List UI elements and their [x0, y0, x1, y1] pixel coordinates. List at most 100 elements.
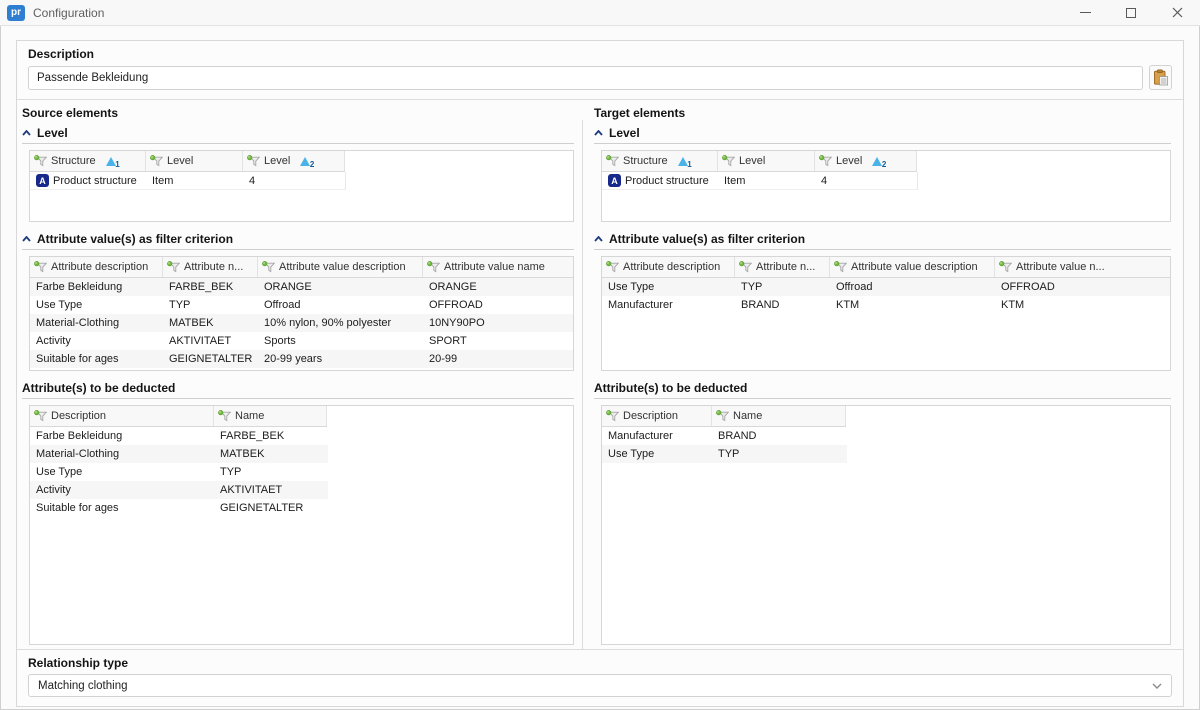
- target-level-section-header: Level: [594, 124, 1171, 144]
- column-header-attr-value-description[interactable]: Attribute value description: [258, 257, 423, 277]
- section-title: Attribute value(s) as filter criterion: [37, 232, 233, 246]
- sort-indicator: 1: [678, 156, 691, 167]
- collapse-chevron-icon[interactable]: [594, 130, 603, 136]
- paste-button[interactable]: [1149, 65, 1172, 90]
- collapse-chevron-icon[interactable]: [594, 236, 603, 242]
- sort-indicator: 1: [106, 156, 119, 167]
- maximize-button[interactable]: [1108, 0, 1154, 25]
- description-section: Description: [17, 41, 1183, 100]
- source-column: Level Structure 1 Level: [22, 120, 574, 649]
- column-header-level[interactable]: Level: [146, 151, 243, 171]
- table-row[interactable]: Suitable for ages GEIGNETALTER: [30, 499, 328, 517]
- table-row[interactable]: Manufacturer BRAND KTM KTM: [602, 296, 1170, 314]
- filter-funnel-icon[interactable]: [834, 261, 847, 273]
- section-title: Level: [609, 126, 640, 140]
- target-deducted-section-header: Attribute(s) to be deducted: [594, 379, 1171, 399]
- table-row[interactable]: A Product structure Item 4: [602, 172, 917, 190]
- table-row[interactable]: Material-Clothing MATBEK: [30, 445, 328, 463]
- source-elements-label: Source elements: [22, 106, 594, 120]
- target-level-table: Structure 1 Level Level 2: [601, 150, 1171, 222]
- column-header-structure[interactable]: Structure 1: [602, 151, 718, 171]
- column-header-attr-name[interactable]: Attribute n...: [163, 257, 258, 277]
- table-row[interactable]: Farbe Bekleidung FARBE_BEK: [30, 427, 328, 445]
- close-button[interactable]: [1154, 0, 1200, 25]
- section-title: Attribute(s) to be deducted: [594, 381, 747, 395]
- filter-funnel-icon[interactable]: [999, 261, 1012, 273]
- column-header-attr-value-description[interactable]: Attribute value description: [830, 257, 995, 277]
- column-header-attr-value-name[interactable]: Attribute value name: [423, 257, 573, 277]
- column-splitter[interactable]: [582, 120, 583, 649]
- filter-funnel-icon[interactable]: [34, 261, 47, 273]
- structure-cell: A Product structure: [30, 172, 146, 189]
- target-filter-table: Attribute description Attribute n... Att…: [601, 256, 1171, 371]
- close-icon: [1172, 7, 1183, 18]
- column-header-name[interactable]: Name: [712, 406, 846, 426]
- filter-funnel-icon[interactable]: [262, 261, 275, 273]
- relationship-type-select[interactable]: Matching clothing: [28, 674, 1172, 697]
- source-filter-table: Attribute description Attribute n... Att…: [29, 256, 574, 371]
- column-header-attr-description[interactable]: Attribute description: [30, 257, 163, 277]
- column-header-name[interactable]: Name: [214, 406, 327, 426]
- structure-cell: A Product structure: [602, 172, 718, 189]
- filter-funnel-icon[interactable]: [819, 155, 832, 167]
- filter-funnel-icon[interactable]: [247, 155, 260, 167]
- minimize-button[interactable]: [1062, 0, 1108, 25]
- filter-funnel-icon[interactable]: [606, 410, 619, 422]
- filter-funnel-icon[interactable]: [427, 261, 440, 273]
- table-row[interactable]: Activity AKTIVITAET: [30, 481, 328, 499]
- section-title: Attribute(s) to be deducted: [22, 381, 175, 395]
- column-header-level[interactable]: Level: [718, 151, 815, 171]
- structure-a-icon: A: [608, 174, 621, 187]
- level-cell: Item: [146, 172, 243, 189]
- table-row[interactable]: Manufacturer BRAND: [602, 427, 847, 445]
- filter-funnel-icon[interactable]: [739, 261, 752, 273]
- level-cell: Item: [718, 172, 815, 189]
- table-row[interactable]: Use Type TYP Offroad OFFROAD: [602, 278, 1170, 296]
- source-filter-section-header: Attribute value(s) as filter criterion: [22, 230, 574, 250]
- table-row[interactable]: Material-Clothing MATBEK 10% nylon, 90% …: [30, 314, 573, 332]
- column-header-description[interactable]: Description: [602, 406, 712, 426]
- column-header-attr-description[interactable]: Attribute description: [602, 257, 735, 277]
- column-header-level-2[interactable]: Level 2: [243, 151, 345, 171]
- level-number-cell: 4: [243, 172, 345, 189]
- filter-funnel-icon[interactable]: [722, 155, 735, 167]
- filter-funnel-icon[interactable]: [716, 410, 729, 422]
- table-row[interactable]: Use Type TYP: [30, 463, 328, 481]
- target-filter-section-header: Attribute value(s) as filter criterion: [594, 230, 1171, 250]
- table-row[interactable]: A Product structure Item 4: [30, 172, 345, 190]
- collapse-chevron-icon[interactable]: [22, 130, 31, 136]
- column-header-description[interactable]: Description: [30, 406, 214, 426]
- table-row[interactable]: Activity AKTIVITAET Sports SPORT: [30, 332, 573, 350]
- target-deducted-table: Description Name Manufacturer BRAND: [601, 405, 1171, 645]
- column-header-attr-name[interactable]: Attribute n...: [735, 257, 830, 277]
- column-header-attr-value-name[interactable]: Attribute value n...: [995, 257, 1170, 277]
- filter-funnel-icon[interactable]: [150, 155, 163, 167]
- target-elements-label: Target elements: [594, 106, 685, 120]
- filter-funnel-icon[interactable]: [34, 155, 47, 167]
- source-deducted-table: Description Name Farbe Bekleidung FARBE_…: [29, 405, 574, 645]
- level-number-cell: 4: [815, 172, 917, 189]
- collapse-chevron-icon[interactable]: [22, 236, 31, 242]
- target-column: Level Structure 1 Level: [594, 120, 1171, 649]
- table-row[interactable]: Farbe Bekleidung FARBE_BEK ORANGE ORANGE: [30, 278, 573, 296]
- source-deducted-section-header: Attribute(s) to be deducted: [22, 379, 574, 399]
- table-row[interactable]: Use Type TYP: [602, 445, 847, 463]
- description-input[interactable]: [28, 66, 1143, 90]
- elements-section: Source elements Target elements Level S: [17, 100, 1183, 649]
- column-header-level-2[interactable]: Level 2: [815, 151, 917, 171]
- minimize-icon: [1080, 12, 1091, 13]
- filter-funnel-icon[interactable]: [606, 261, 619, 273]
- sort-indicator: 2: [872, 156, 885, 167]
- window-title: Configuration: [33, 6, 1062, 20]
- table-row[interactable]: Use Type TYP Offroad OFFROAD: [30, 296, 573, 314]
- source-level-section-header: Level: [22, 124, 574, 144]
- app-icon: pr: [7, 5, 25, 21]
- table-row[interactable]: Suitable for ages GEIGNETALTER 20-99 yea…: [30, 350, 573, 368]
- filter-funnel-icon[interactable]: [606, 155, 619, 167]
- filter-funnel-icon[interactable]: [167, 261, 180, 273]
- titlebar: pr Configuration: [0, 0, 1200, 26]
- filter-funnel-icon[interactable]: [34, 410, 47, 422]
- main-panel: Description Source elements Target eleme…: [16, 40, 1184, 707]
- filter-funnel-icon[interactable]: [218, 410, 231, 422]
- column-header-structure[interactable]: Structure 1: [30, 151, 146, 171]
